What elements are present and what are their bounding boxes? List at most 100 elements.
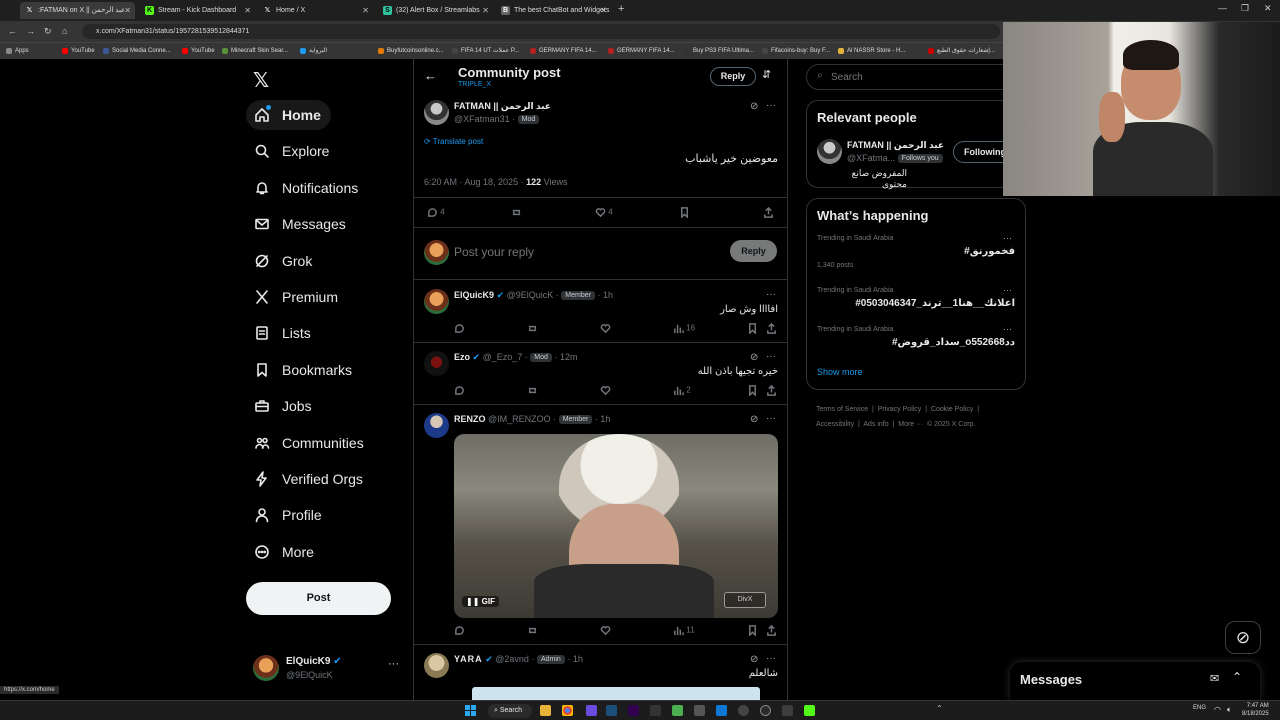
community-name[interactable]: TRIPLE_X — [458, 81, 491, 88]
like-action[interactable] — [600, 385, 611, 396]
sidebar-item-messages[interactable]: Messages — [246, 209, 356, 239]
repost-action[interactable] — [511, 207, 522, 218]
volume-icon[interactable]: 🔈︎ — [1227, 705, 1232, 715]
bookmark-item[interactable]: YouTube — [182, 45, 215, 57]
ads-info-link[interactable]: Ads info — [863, 421, 888, 428]
more-dots-icon[interactable]: ··· — [766, 351, 776, 362]
new-tab-button[interactable]: + — [618, 3, 624, 15]
views-action[interactable]: 2 — [673, 385, 691, 396]
premiere-icon[interactable] — [628, 705, 639, 716]
search-input[interactable] — [831, 69, 1011, 85]
avatar[interactable] — [424, 100, 449, 125]
reply-action[interactable] — [454, 323, 465, 334]
app-icon[interactable] — [694, 705, 705, 716]
back-arrow-icon[interactable]: ← — [8, 26, 17, 36]
close-icon[interactable]: ✕ — [362, 2, 369, 19]
avatar[interactable] — [424, 351, 449, 376]
bookmark-item[interactable]: Fifacoins-buy: Buy F... — [762, 45, 830, 57]
home-browser-icon[interactable]: ⌂ — [62, 26, 67, 36]
app-icon[interactable] — [650, 705, 661, 716]
maximize-button[interactable]: ❐ — [1241, 3, 1249, 14]
app-icon[interactable] — [672, 705, 683, 716]
trend-item[interactable]: #فخمورنق — [817, 246, 1015, 257]
settings-sliders-icon[interactable]: ⇵ — [762, 68, 771, 81]
composer-reply-button[interactable]: Reply — [730, 240, 777, 262]
forward-arrow-icon[interactable]: → — [26, 26, 35, 36]
sidebar-item-bookmarks[interactable]: Bookmarks — [246, 355, 362, 385]
steam-icon[interactable] — [606, 705, 617, 716]
app-icon[interactable] — [804, 705, 815, 716]
like-action[interactable] — [600, 323, 611, 334]
window-close-button[interactable]: ✕ — [1264, 3, 1272, 14]
more-dots-icon[interactable]: ··· — [1003, 324, 1012, 334]
bookmark-item[interactable]: Buy PS3 FIFA Ultima... — [684, 45, 754, 57]
reply-author-name[interactable]: YARA — [454, 654, 483, 664]
clock[interactable]: 7:47 AM 8/18/2025 — [1242, 702, 1269, 718]
more-dots-icon[interactable]: ··· — [766, 653, 776, 664]
post-button[interactable]: Post — [246, 582, 391, 615]
close-icon[interactable]: ✕ — [124, 2, 131, 19]
share-action[interactable] — [766, 323, 777, 334]
sidebar-item-premium[interactable]: Premium — [246, 282, 348, 312]
more-dots-icon[interactable]: ··· — [766, 413, 776, 424]
views-action[interactable]: 16 — [673, 323, 695, 334]
more-dots-icon[interactable]: ··· — [1003, 285, 1012, 295]
bookmark-item[interactable]: Social Media Conne... — [103, 45, 171, 57]
bookmark-item[interactable]: GERMANY FIFA 14... — [530, 45, 597, 57]
search-box[interactable]: ⌕ — [806, 64, 1026, 90]
share-action[interactable] — [766, 385, 777, 396]
avatar[interactable] — [817, 139, 842, 164]
reply-media[interactable] — [472, 687, 760, 700]
x-logo-icon[interactable]: 𝕏 — [253, 68, 269, 93]
bookmark-item[interactable]: YouTube — [62, 45, 95, 57]
grok-icon[interactable]: ⊘ — [750, 352, 758, 363]
like-action[interactable]: 4 — [595, 207, 613, 218]
bookmark-action[interactable] — [679, 207, 690, 218]
minimize-button[interactable]: — — [1218, 3, 1227, 13]
reply-author-name[interactable]: Ezo — [454, 352, 470, 362]
app-icon[interactable] — [782, 705, 793, 716]
sidebar-item-jobs[interactable]: Jobs — [246, 391, 322, 421]
tab-home-x[interactable]: 𝕏 Home / X ✕ — [258, 2, 373, 19]
language-indicator[interactable]: ENG — [1193, 705, 1206, 711]
repost-action[interactable] — [527, 625, 538, 636]
trend-item[interactable]: #اعلانك__هنا1__ترند_0503046347 — [817, 298, 1015, 309]
bookmark-action[interactable] — [747, 323, 758, 334]
tab-chatbot[interactable]: B The best ChatBot and Widgets ✕ — [496, 2, 611, 19]
reply-action[interactable]: 4 — [427, 207, 445, 218]
bookmark-item[interactable]: Al NASSR Store - H... — [838, 45, 905, 57]
bookmark-item[interactable]: FIFA 14 UT عملات P... — [452, 45, 519, 57]
more-link[interactable]: More ··· — [898, 421, 923, 428]
reply-author-name[interactable]: ElQuicK9 — [454, 290, 494, 300]
avatar[interactable] — [424, 413, 449, 438]
sidebar-item-lists[interactable]: Lists — [246, 318, 321, 348]
header-reply-button[interactable]: Reply — [710, 67, 756, 86]
tab-fatman[interactable]: 𝕏:FATMAN on X || عبد الرحمن ✕ — [20, 2, 135, 19]
close-icon[interactable]: ✕ — [600, 2, 607, 19]
bookmark-item[interactable]: Apps — [6, 45, 29, 57]
sidebar-item-grok[interactable]: Grok — [246, 246, 322, 276]
cookie-link[interactable]: Cookie Policy — [931, 406, 973, 413]
close-icon[interactable]: ✕ — [482, 2, 489, 19]
grok-float-icon[interactable]: ⊘ — [1225, 621, 1261, 654]
sidebar-item-verified-orgs[interactable]: Verified Orgs — [246, 464, 373, 494]
gif-media[interactable]: DivX ❚❚ GIF — [454, 434, 778, 618]
grok-icon[interactable]: ⊘ — [750, 654, 758, 665]
bookmark-item[interactable]: إشعارات حقوق الطبع... — [928, 45, 995, 57]
trend-item[interactable]: #سداد_قروض_o55دد2668 — [817, 337, 1015, 348]
share-action[interactable] — [766, 625, 777, 636]
show-more-link[interactable]: Show more — [817, 367, 863, 377]
sidebar-item-notifications[interactable]: Notifications — [246, 173, 368, 203]
url-field[interactable]: x.com/XFatman31/status/19572815395128443… — [82, 24, 1000, 39]
terms-link[interactable]: Terms of Service — [816, 406, 868, 413]
sidebar-item-profile[interactable]: Profile — [246, 500, 332, 530]
tab-streamlabs[interactable]: S (32) Alert Box / Streamlabs ✕ — [378, 2, 493, 19]
obs-icon[interactable] — [760, 705, 771, 716]
reply-action[interactable] — [454, 385, 465, 396]
reply-action[interactable] — [454, 625, 465, 636]
more-dots-icon[interactable]: ··· — [388, 658, 399, 670]
windows-start-icon[interactable] — [465, 705, 476, 716]
sidebar-item-explore[interactable]: Explore — [246, 136, 339, 166]
accessibility-link[interactable]: Accessibility — [816, 421, 854, 428]
share-action[interactable] — [763, 207, 774, 218]
